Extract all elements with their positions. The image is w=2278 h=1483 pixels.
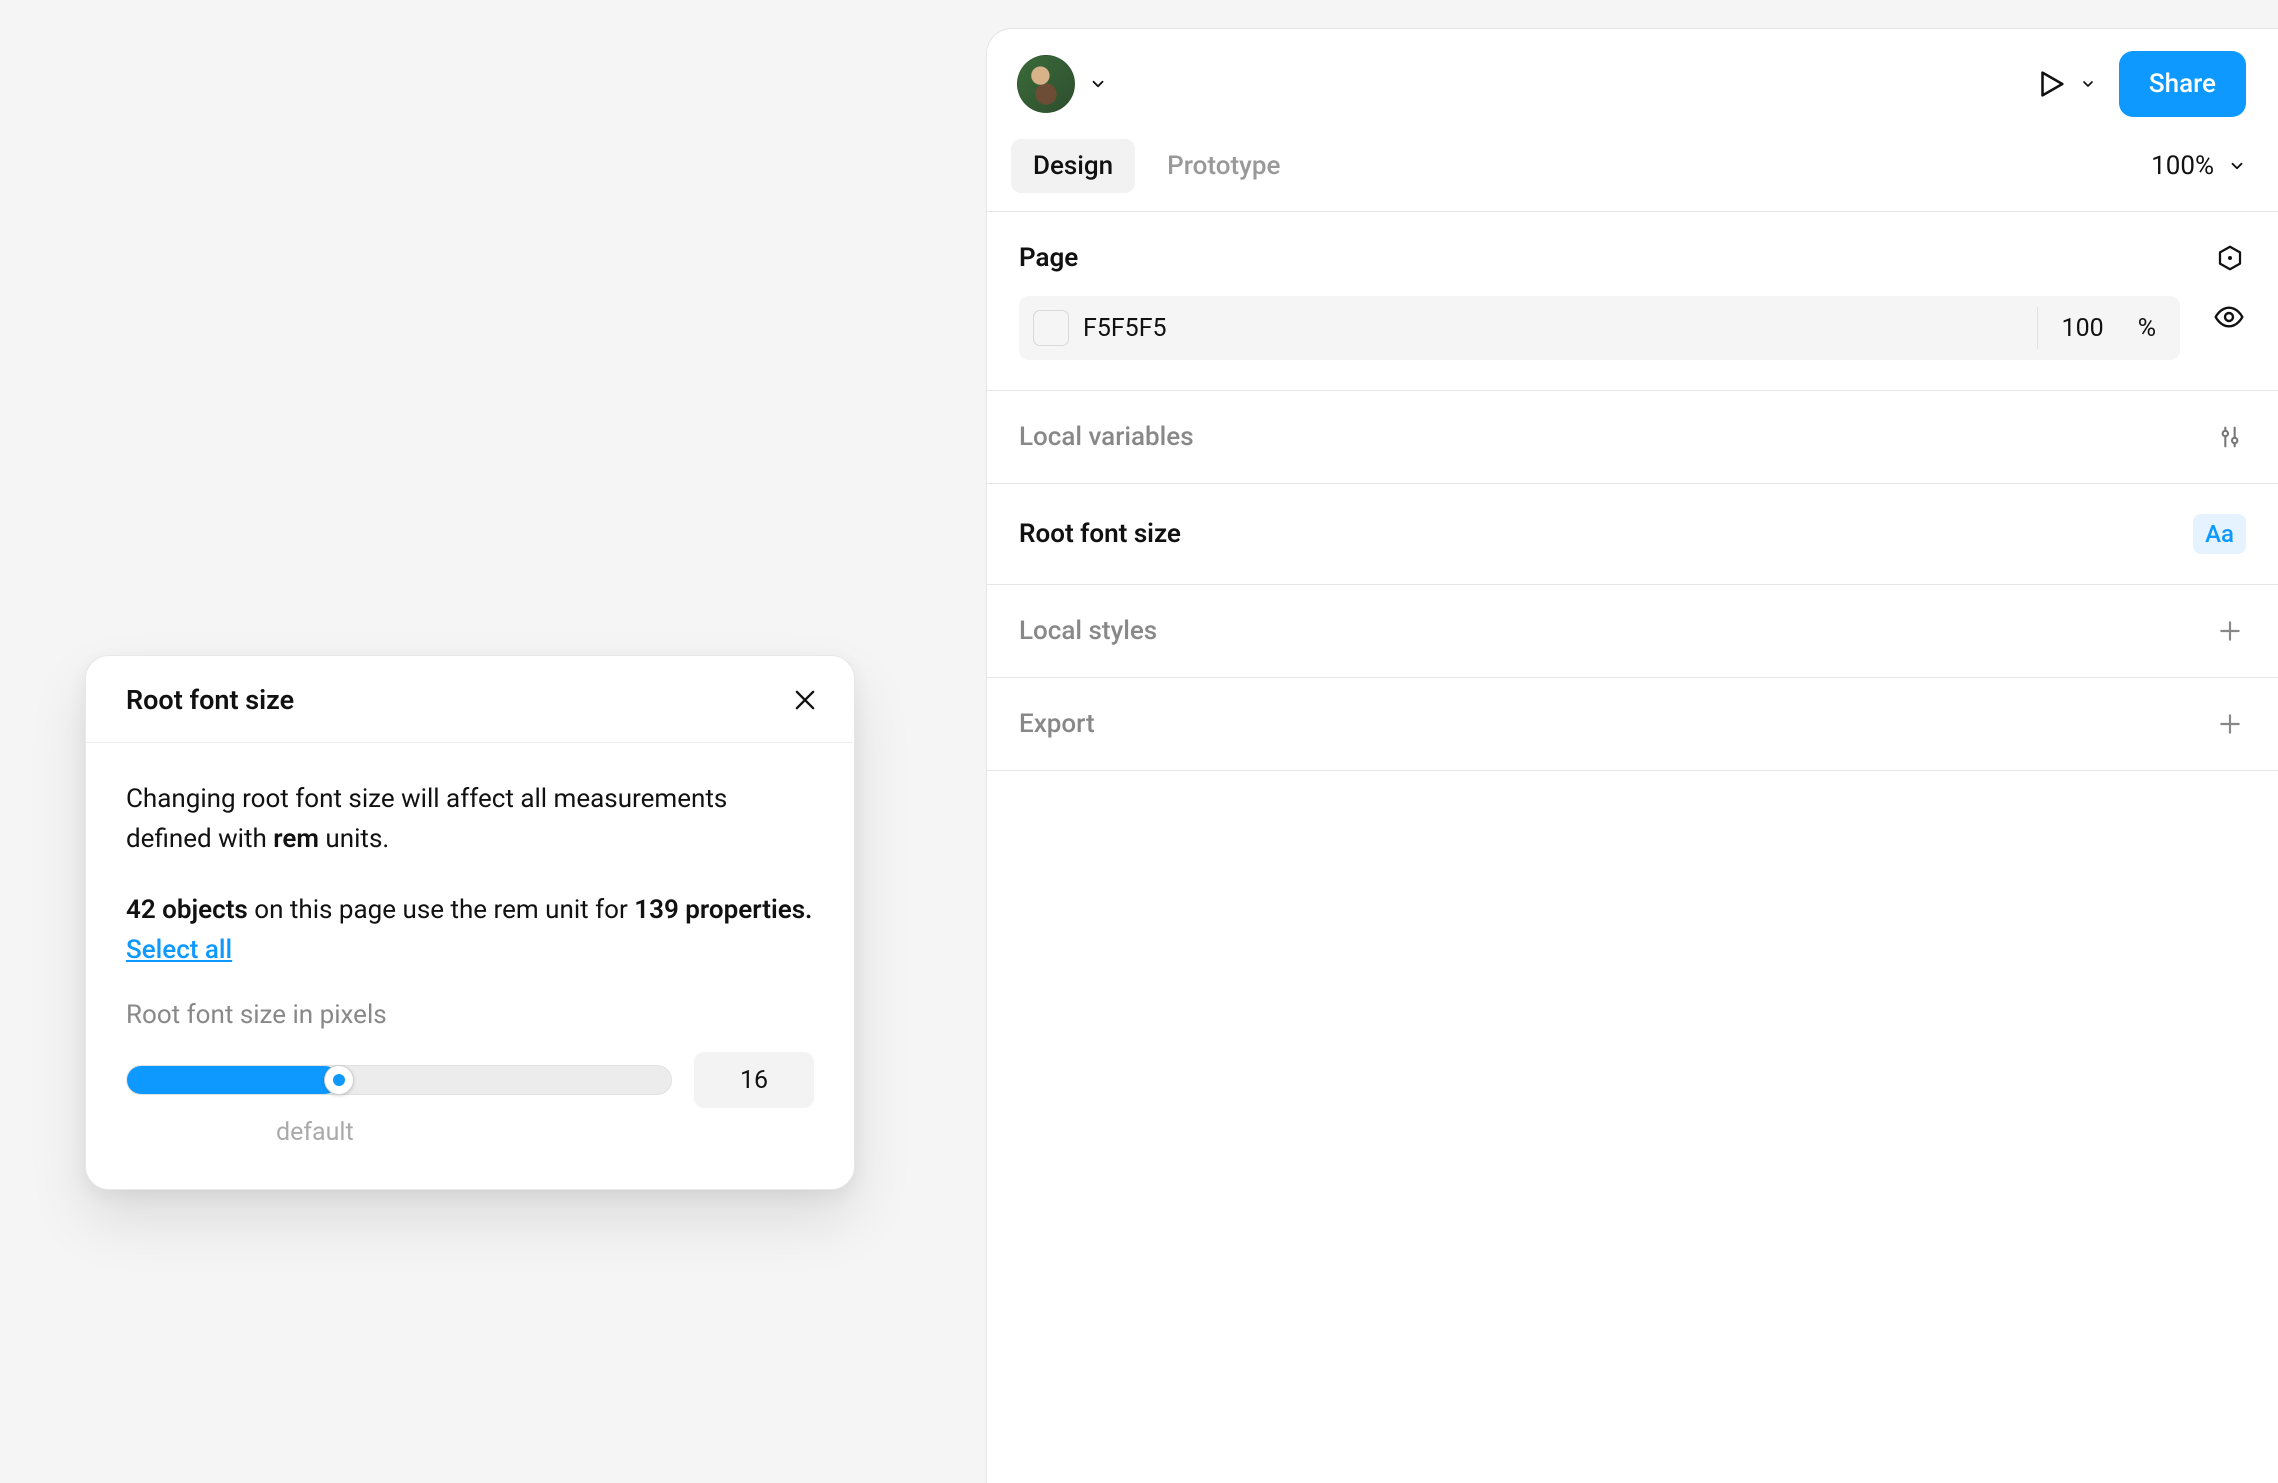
root-font-size-modal: Root font size Changing root font size w… xyxy=(85,655,855,1190)
play-chevron-down-icon[interactable] xyxy=(2079,75,2097,93)
slider-fill xyxy=(127,1066,339,1094)
export-title: Export xyxy=(1019,709,1095,739)
play-icon[interactable] xyxy=(2033,66,2069,102)
add-export-plus-icon[interactable] xyxy=(2214,708,2246,740)
panel-header: Share xyxy=(987,29,2278,139)
variable-hexagon-icon[interactable] xyxy=(2214,242,2246,274)
modal-description: Changing root font size will affect all … xyxy=(126,779,814,860)
visibility-eye-icon[interactable] xyxy=(2212,300,2246,334)
tab-design[interactable]: Design xyxy=(1011,139,1135,193)
local-styles-title: Local styles xyxy=(1019,616,1157,646)
share-button-label: Share xyxy=(2149,69,2216,99)
slider-default-label: default xyxy=(276,1118,814,1147)
zoom-dropdown[interactable]: 100% xyxy=(2151,151,2246,181)
color-hex-value: F5F5F5 xyxy=(1083,314,2023,343)
slider-label: Root font size in pixels xyxy=(126,1000,814,1030)
modal-title: Root font size xyxy=(126,684,294,716)
sliders-icon[interactable] xyxy=(2214,421,2246,453)
aa-badge[interactable]: Aa xyxy=(2193,514,2246,554)
section-page: Page F5F5F5 100 % xyxy=(987,211,2278,390)
close-icon[interactable] xyxy=(790,685,820,715)
section-local-variables[interactable]: Local variables xyxy=(987,390,2278,483)
add-local-style-plus-icon[interactable] xyxy=(2214,615,2246,647)
color-swatch[interactable] xyxy=(1033,310,1069,346)
modal-header: Root font size xyxy=(86,656,854,743)
avatar-chevron-down-icon[interactable] xyxy=(1089,75,1107,93)
section-root-font-size[interactable]: Root font size Aa xyxy=(987,483,2278,584)
page-color-field[interactable]: F5F5F5 100 % xyxy=(1019,296,2180,360)
font-size-input[interactable]: 16 xyxy=(694,1052,814,1108)
design-panel: Share Design Prototype 100% Page xyxy=(986,28,2278,1483)
zoom-value: 100% xyxy=(2151,151,2214,181)
section-page-title: Page xyxy=(1019,243,1078,273)
tab-prototype[interactable]: Prototype xyxy=(1145,139,1302,193)
opacity-value[interactable]: 100 xyxy=(2052,314,2114,343)
zoom-chevron-down-icon xyxy=(2228,157,2246,175)
section-export[interactable]: Export xyxy=(987,677,2278,771)
root-font-size-title: Root font size xyxy=(1019,519,1181,549)
modal-stats: 42 objects on this page use the rem unit… xyxy=(126,890,814,971)
select-all-link[interactable]: Select all xyxy=(126,935,232,965)
local-variables-title: Local variables xyxy=(1019,422,1194,452)
font-size-slider[interactable] xyxy=(126,1065,672,1095)
section-local-styles[interactable]: Local styles xyxy=(987,584,2278,677)
slider-thumb[interactable] xyxy=(324,1065,354,1095)
opacity-unit: % xyxy=(2128,314,2166,343)
tabs-row: Design Prototype 100% xyxy=(987,139,2278,211)
share-button[interactable]: Share xyxy=(2119,51,2246,117)
avatar[interactable] xyxy=(1017,55,1075,113)
